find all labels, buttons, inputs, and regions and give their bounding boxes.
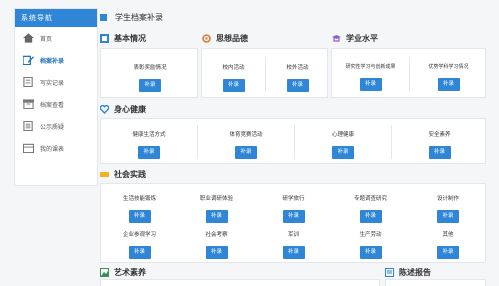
sidebar-nav: 系统导航 首页 档案补录 写实记录 档案查看 公示质疑 我的课表	[14, 8, 98, 186]
supplement-button[interactable]: 补录	[205, 210, 228, 223]
supplement-button[interactable]: 补录	[205, 246, 228, 259]
item-research-study: 研究性学习与创新成果 补录	[332, 63, 409, 91]
item-other: 其他 补录	[409, 230, 487, 259]
panel-academic: 研究性学习与创新成果 补录 优势学科学习情况 补录	[331, 48, 486, 98]
supplement-button[interactable]: 补录	[139, 79, 161, 92]
item-advantage-subject: 优势学科学习情况 补录	[410, 63, 487, 91]
supplement-button[interactable]: 补录	[282, 210, 305, 223]
panel-health: 健康生活方式 补录 体育竞赛活动 补录 心理健康 补录 安全素养 补录	[100, 118, 486, 164]
report-icon	[385, 268, 394, 277]
sidebar-item-public-query[interactable]: 公示质疑	[15, 115, 97, 137]
item-mental-health: 心理健康 补录	[295, 130, 391, 159]
supplement-button[interactable]: 补录	[128, 210, 151, 223]
supplement-button[interactable]: 补录	[222, 79, 245, 92]
section-title-health: 身心健康	[100, 104, 146, 115]
sidebar-item-record-supplement[interactable]: 档案补录	[15, 49, 97, 71]
item-life-skills: 生活技能锻炼 补录	[101, 194, 178, 223]
supplement-button[interactable]: 补录	[437, 78, 460, 91]
item-career-research: 职业调研体验 补录	[178, 194, 255, 223]
section-title-basic: 基本情况	[100, 33, 146, 44]
panel-statement	[385, 279, 486, 286]
flag-icon	[100, 172, 109, 177]
supplement-button[interactable]: 补录	[235, 146, 257, 159]
item-study-travel: 研学旅行 补录	[255, 194, 332, 223]
image-icon	[100, 268, 109, 277]
section-title-moral: 思想品德	[202, 33, 248, 44]
supplement-button[interactable]: 补录	[359, 246, 382, 259]
panel-art	[100, 279, 380, 286]
document-icon	[23, 77, 33, 87]
supplement-button[interactable]: 补录	[282, 246, 305, 259]
supplement-button[interactable]: 补录	[359, 78, 382, 91]
list-icon	[23, 121, 33, 131]
archive-icon	[23, 99, 34, 109]
supplement-button[interactable]: 补录	[437, 246, 459, 259]
sidebar-item-label: 档案补录	[40, 57, 65, 65]
item-production-labor: 生产劳动 补录	[332, 230, 409, 259]
item-topic-survey: 专题调查研究 补录	[332, 194, 409, 223]
item-military-training: 军训 补录	[255, 230, 332, 259]
supplement-button[interactable]: 补录	[428, 146, 451, 159]
edit-icon	[23, 55, 34, 65]
item-sports-competition: 体育竞赛活动 补录	[198, 130, 294, 159]
heart-icon	[100, 105, 109, 114]
panel-social: 生活技能锻炼 补录 职业调研体验 补录 研学旅行 补录 专题调查研究 补录 设计…	[100, 183, 486, 263]
supplement-button[interactable]: 补录	[437, 210, 459, 223]
item-design-making: 设计制作 补录	[409, 194, 487, 223]
item-safety-literacy: 安全素养 补录	[392, 130, 487, 159]
section-title-art: 艺术素养	[100, 267, 146, 278]
gear-icon	[202, 34, 211, 43]
supplement-button[interactable]: 补录	[332, 146, 354, 159]
sidebar-title: 系统导航	[15, 9, 97, 27]
item-campus-activity: 校内活动 补录	[202, 63, 265, 92]
home-icon	[23, 33, 34, 43]
sidebar-item-home[interactable]: 首页	[15, 27, 97, 49]
item-offcampus-activity: 校外活动 补录	[266, 63, 329, 92]
item-healthy-lifestyle: 健康生活方式 补录	[101, 130, 197, 159]
sidebar-item-label: 我的课表	[40, 145, 65, 153]
sidebar-item-record-view[interactable]: 档案查看	[15, 93, 97, 115]
page-title-text: 学生档案补录	[115, 13, 163, 22]
item-social-inspection: 社会考察 补录	[178, 230, 255, 259]
sidebar-item-realistic-record[interactable]: 写实记录	[15, 71, 97, 93]
page-title: 学生档案补录	[100, 12, 163, 23]
sidebar-item-label: 公示质疑	[40, 123, 65, 131]
section-title-social: 社会实践	[100, 169, 146, 180]
section-title-academic: 学业水平	[332, 33, 378, 44]
sidebar-item-label: 写实记录	[40, 79, 65, 87]
panel-basic: 表彰奖励情况 补录	[100, 48, 198, 98]
item-enterprise-visit: 企业参观学习 补录	[101, 230, 178, 259]
sidebar-item-schedule[interactable]: 我的课表	[15, 137, 97, 159]
main-content: 学生档案补录 基本情况 思想品德 学业水平 表彰奖励情况 补录 校内活动 补录 …	[100, 8, 499, 286]
calendar-icon	[23, 143, 34, 153]
supplement-button[interactable]: 补录	[128, 246, 151, 259]
sidebar-item-label: 首页	[40, 35, 53, 43]
panel-moral: 校内活动 补录 校外活动 补录	[201, 48, 328, 98]
title-marker-icon	[100, 14, 107, 21]
sidebar-item-label: 档案查看	[40, 101, 65, 109]
bookmark-icon	[100, 34, 109, 43]
supplement-button[interactable]: 补录	[359, 210, 382, 223]
supplement-button[interactable]: 补录	[138, 146, 160, 159]
item-awards: 表彰奖励情况 补录	[101, 63, 199, 92]
graduation-cap-icon	[332, 35, 341, 42]
supplement-button[interactable]: 补录	[286, 79, 309, 92]
section-title-statement: 陈述报告	[385, 267, 431, 278]
